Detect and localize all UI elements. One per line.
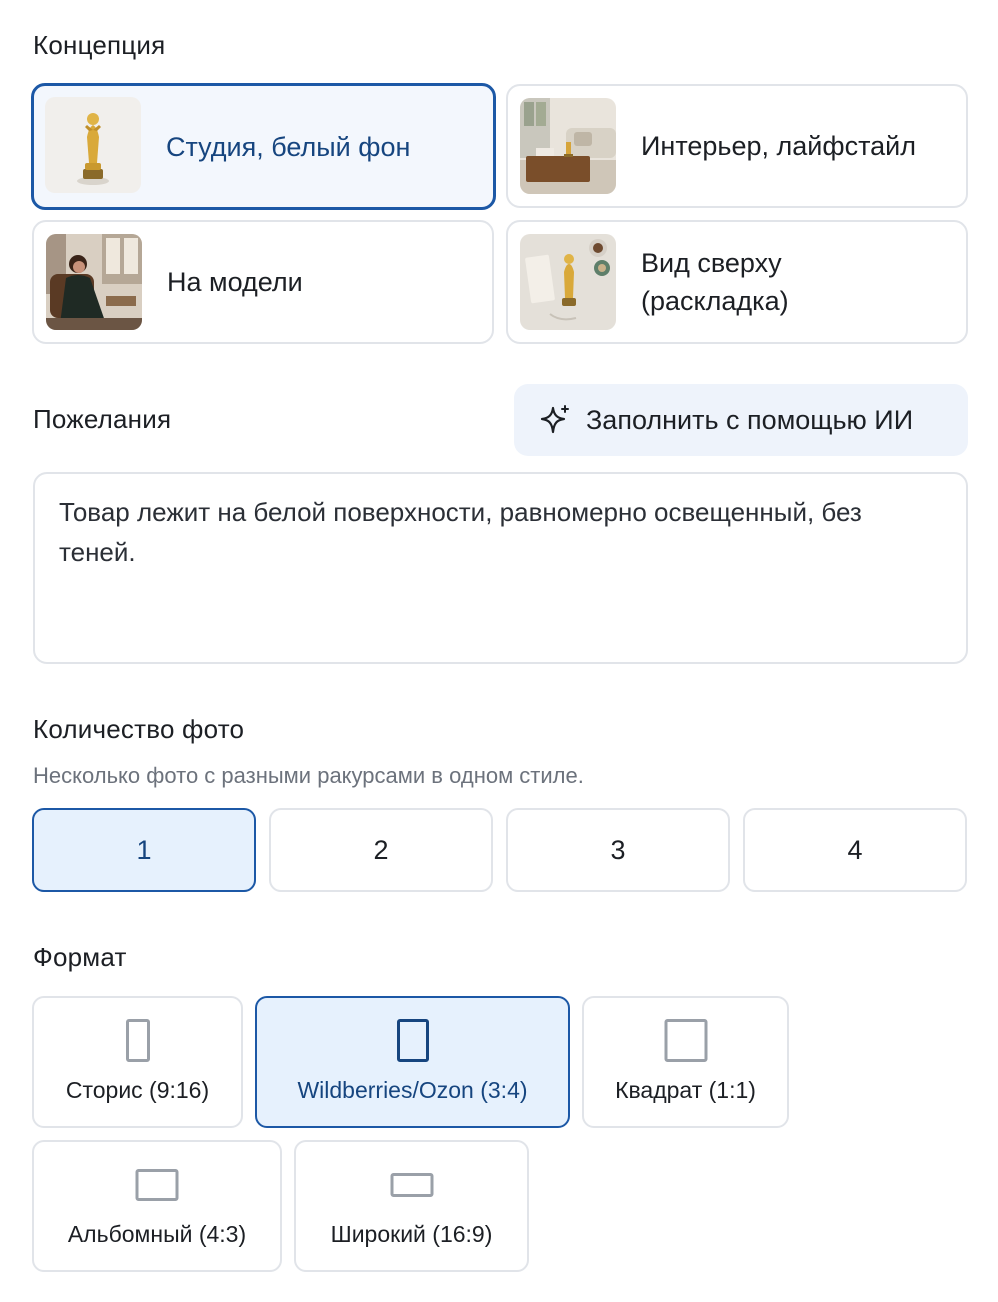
photo-count-option-3[interactable]: 3 (506, 808, 730, 892)
format-option-label: Альбомный (4:3) (67, 1221, 247, 1247)
concept-option-interior[interactable]: Интерьер, лайфстайл (506, 84, 968, 208)
concept-option-label: Вид сверху (раскладка) (641, 248, 789, 316)
concept-option-label: Студия, белый фон (166, 131, 411, 162)
wide-16-9-icon (390, 1173, 433, 1197)
living-room-interior-thumbnail (520, 98, 616, 194)
wishes-textarea[interactable]: Товар лежит на белой поверхности, равном… (33, 472, 968, 664)
photo-count-option-4[interactable]: 4 (743, 808, 967, 892)
format-option-wide[interactable]: Широкий (16:9) (294, 1140, 529, 1272)
format-option-square[interactable]: Квадрат (1:1) (582, 996, 789, 1128)
format-option-stories[interactable]: Сторис (9:16) (32, 996, 243, 1128)
flatlay-trophy-thumbnail (520, 234, 616, 330)
format-option-label: Квадрат (1:1) (615, 1077, 756, 1103)
trophy-white-background-thumbnail (45, 97, 141, 193)
format-option-marketplace[interactable]: Wildberries/Ozon (3:4) (255, 996, 570, 1128)
concept-option-studio[interactable]: Студия, белый фон (31, 83, 496, 210)
format-option-label: Wildberries/Ozon (3:4) (297, 1077, 528, 1103)
square-icon (664, 1019, 707, 1062)
format-section-title: Формат (33, 942, 127, 972)
concept-section-title: Концепция (33, 30, 166, 60)
landscape-4-3-icon (135, 1169, 179, 1201)
concept-option-label: Интерьер, лайфстайл (641, 131, 916, 161)
sparkle-icon (538, 403, 572, 437)
photo-count-option-2[interactable]: 2 (269, 808, 493, 892)
woman-in-armchair-thumbnail (46, 234, 142, 330)
ai-fill-button[interactable]: Заполнить с помощью ИИ (514, 384, 968, 456)
concept-option-flatlay[interactable]: Вид сверху (раскладка) (506, 220, 968, 344)
format-option-landscape[interactable]: Альбомный (4:3) (32, 1140, 282, 1272)
concept-option-model[interactable]: На модели (32, 220, 494, 344)
portrait-9-16-icon (125, 1019, 150, 1062)
ai-fill-button-label: Заполнить с помощью ИИ (586, 404, 914, 435)
photo-count-section-title: Количество фото (33, 714, 245, 744)
photo-count-option-1[interactable]: 1 (32, 808, 256, 892)
portrait-3-4-icon (396, 1019, 429, 1062)
format-option-label: Широкий (16:9) (330, 1221, 493, 1247)
format-option-label: Сторис (9:16) (65, 1077, 210, 1103)
wishes-section-title: Пожелания (33, 404, 172, 434)
photo-count-subtitle: Несколько фото с разными ракурсами в одн… (33, 763, 584, 788)
concept-option-label: На модели (167, 267, 303, 297)
